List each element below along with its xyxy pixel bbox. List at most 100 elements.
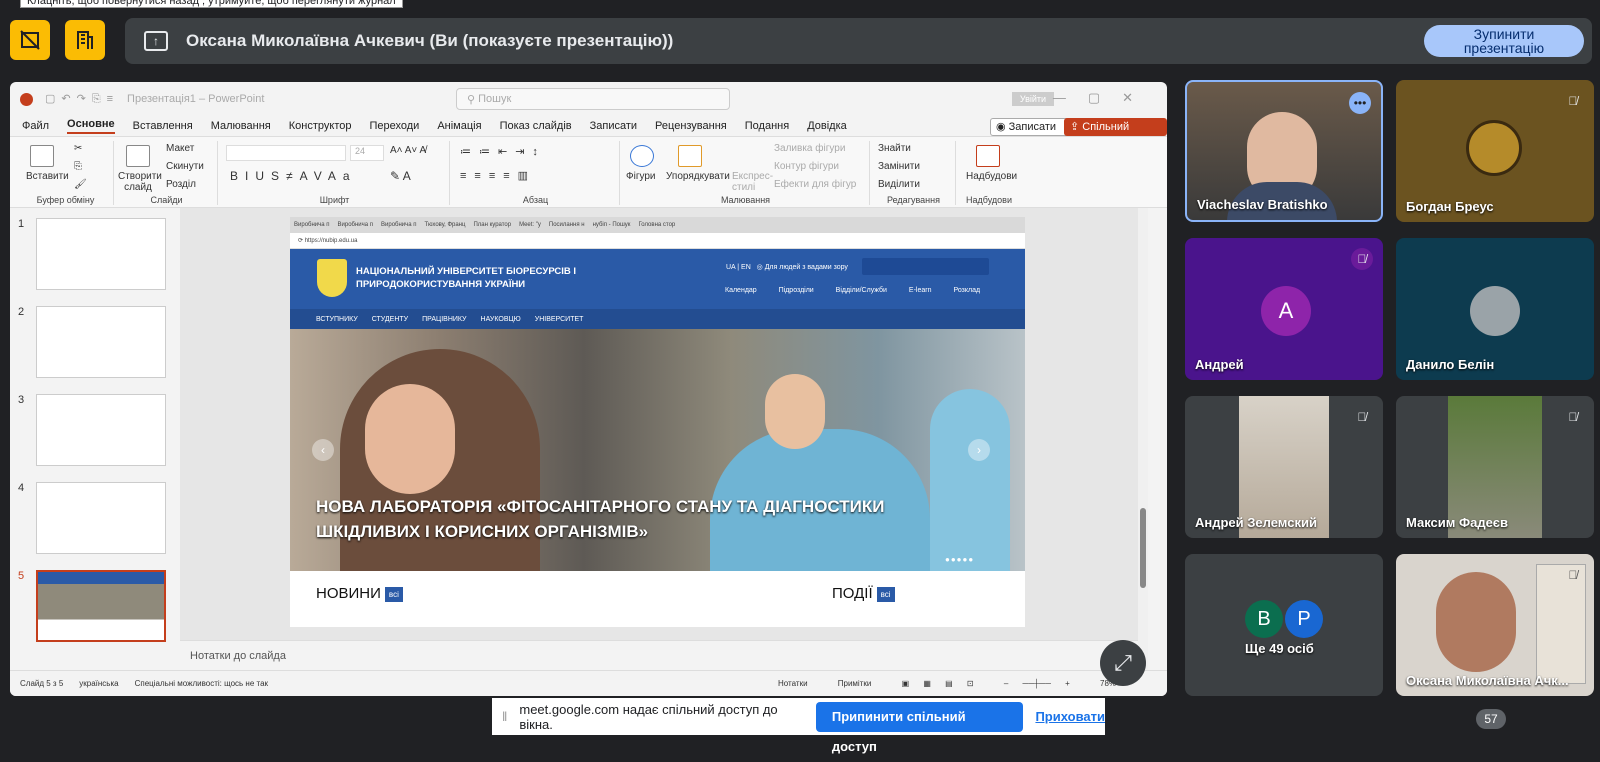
paste-button[interactable]: Вставити xyxy=(26,171,69,182)
university-name-line: НАЦІОНАЛЬНИЙ УНІВЕРСИТЕТ БІОРЕСУРСІВ І xyxy=(356,266,577,277)
site-search-field xyxy=(862,258,989,275)
participant-tile[interactable]: Данило Белін xyxy=(1396,238,1594,380)
slide-thumbnail-5[interactable] xyxy=(36,570,166,642)
menu-help[interactable]: Довідка xyxy=(807,120,847,132)
menu-insert[interactable]: Вставлення xyxy=(133,120,193,132)
menu-animations[interactable]: Анімація xyxy=(437,120,481,132)
cut-icon[interactable]: ✂ xyxy=(74,143,82,154)
shape-outline-button[interactable]: Контур фігури xyxy=(774,161,839,172)
addins-group: Надбудови Надбудови xyxy=(958,141,1020,205)
list-icons[interactable]: ≔≔⇤⇥↕ xyxy=(460,145,546,158)
share-button[interactable]: ⇪ Спільний доступ ⌄ xyxy=(1064,118,1167,151)
format-painter-icon[interactable]: 🖌 xyxy=(74,179,87,190)
news-row: НОВИНИ всі ПОДІЇ всі xyxy=(290,571,1025,611)
menu-file[interactable]: Файл xyxy=(22,120,49,132)
search-icon: ⚲ xyxy=(467,93,479,106)
notes-pane[interactable]: Нотатки до слайда xyxy=(180,640,1138,670)
participant-tile[interactable]: 🎙̸ Богдан Бреус xyxy=(1396,80,1594,222)
slide-thumbnail-3[interactable] xyxy=(36,394,166,466)
view-controls: Нотатки Примітки ▣ ▦ ▤ ⊡ – ──┼── + 78% xyxy=(778,679,1132,688)
participant-tile[interactable]: 🎙̸ Максим Фадеєв xyxy=(1396,396,1594,538)
stop-sharing-button[interactable]: Припинити спільний доступ xyxy=(815,701,1024,754)
menu-transitions[interactable]: Переходи xyxy=(369,120,419,132)
language-status[interactable]: українська xyxy=(79,679,118,688)
reset-button[interactable]: Скинути xyxy=(166,161,204,172)
menu-slideshow[interactable]: Показ слайдів xyxy=(500,120,572,132)
slide-thumbnail-1[interactable] xyxy=(36,218,166,290)
shape-fill-button[interactable]: Заливка фігури xyxy=(774,143,845,154)
quick-access-icons[interactable]: ▢↶↷⎘≡ xyxy=(45,92,119,106)
menu-design[interactable]: Конструктор xyxy=(289,120,352,132)
addins-button[interactable]: Надбудови xyxy=(966,171,1017,182)
shapes-button[interactable]: Фігури xyxy=(626,171,656,182)
menu-review[interactable]: Рецензування xyxy=(655,120,727,132)
scrollbar-thumb[interactable] xyxy=(1140,508,1146,588)
menu-home[interactable]: Основне xyxy=(67,118,115,134)
hero-headline-line: НОВА ЛАБОРАТОРІЯ «ФІТОСАНІТАРНОГО СТАНУ … xyxy=(316,497,885,516)
view-icons[interactable]: ▣ ▦ ▤ ⊡ xyxy=(902,679,974,688)
layout-button[interactable]: Макет xyxy=(166,143,194,154)
copy-icon[interactable]: ⎘ xyxy=(74,161,82,172)
drawing-label: Малювання xyxy=(720,195,771,205)
hero-image: ‹ › НОВА ЛАБОРАТОРІЯ «ФІТОСАНІТАРНОГО СТ… xyxy=(290,329,1025,571)
menu-view[interactable]: Подання xyxy=(745,120,789,132)
select-button[interactable]: Виділити xyxy=(878,179,920,190)
comments-toggle[interactable]: Примітки xyxy=(838,679,872,688)
font-size-field[interactable]: 24 xyxy=(350,145,384,161)
meet-top-bar: ↑ Оксана Миколаївна Ачкевич (Ви (показує… xyxy=(0,0,1600,80)
shapes-icon xyxy=(630,145,654,167)
signin-button[interactable]: Увійти xyxy=(1012,92,1054,106)
browser-tab: План куратор xyxy=(473,222,512,228)
addins-label: Надбудови xyxy=(966,195,1012,205)
arrange-button[interactable]: Упорядкувати xyxy=(666,171,730,182)
hero-person xyxy=(930,389,1010,571)
back-tooltip: Клацніть, щоб повернутися назад ; утриму… xyxy=(20,0,403,8)
participant-tile-others[interactable]: B P Ще 49 осіб xyxy=(1185,554,1383,696)
ppt-menu-bar: Файл Основне Вставлення Малювання Констр… xyxy=(10,116,1167,151)
menu-record[interactable]: Записати xyxy=(590,120,637,132)
more-options-icon[interactable]: ••• xyxy=(1349,92,1371,114)
zoom-slider[interactable]: – ──┼── + xyxy=(1004,679,1070,688)
shape-effects-button[interactable]: Ефекти для фігур xyxy=(774,179,856,190)
no-video-icon[interactable] xyxy=(10,20,50,60)
slide-thumbnail-2[interactable] xyxy=(36,306,166,378)
hide-link[interactable]: Приховати xyxy=(1035,709,1105,724)
powerpoint-logo-icon xyxy=(20,92,33,106)
slide-thumbnail-4[interactable] xyxy=(36,482,166,554)
find-button[interactable]: Знайти xyxy=(878,143,911,154)
stop-presenting-button[interactable]: Зупинити презентацію xyxy=(1424,25,1584,57)
carousel-next-icon: › xyxy=(968,439,990,461)
participant-tile[interactable]: 🎙̸ Оксана Миколаївна Ачк... xyxy=(1396,554,1594,696)
address-bar: ⟳ https://nubip.edu.ua xyxy=(290,233,1025,249)
font-name-field[interactable] xyxy=(226,145,346,161)
building-icon[interactable] xyxy=(65,20,105,60)
participant-tile[interactable]: ••• Viacheslav Bratishko xyxy=(1185,80,1383,222)
expand-icon[interactable]: ⤢ xyxy=(1100,640,1146,686)
ppt-status-bar: Слайд 5 з 5 українська Спеціальні можлив… xyxy=(10,670,1167,696)
new-slide-icon xyxy=(126,145,150,167)
section-button[interactable]: Розділ xyxy=(166,179,196,190)
new-slide-button[interactable]: Створити слайд xyxy=(118,171,162,193)
ppt-search-input[interactable]: ⚲ Пошук xyxy=(456,88,730,110)
slide-number: 5 xyxy=(18,570,25,582)
font-format-icons[interactable]: BIUS≠AVAa xyxy=(230,169,357,183)
font-grow-icon[interactable]: A˄ A˅ A̸ xyxy=(390,145,426,156)
editing-group: Знайти Замінити Виділити Редагування xyxy=(872,141,956,205)
accessibility-status[interactable]: Спеціальні можливості: щось не так xyxy=(135,679,268,688)
participant-tile[interactable]: А 🎙̸ Андрей xyxy=(1185,238,1383,380)
font-group: 24 A˄ A˅ A̸ BIUS≠AVAa ✎ A Шрифт xyxy=(220,141,450,205)
current-slide[interactable]: Виробнича п Виробнича п Виробнича п Тюхо… xyxy=(290,217,1025,627)
quick-styles-button[interactable]: Експрес-стилі xyxy=(732,171,773,193)
participant-tile[interactable]: 🎙̸ Андрей Зелемский xyxy=(1185,396,1383,538)
share-notice-bar: ‖ meet.google.com надає спільний доступ … xyxy=(492,698,1105,754)
window-controls[interactable]: —▢✕ xyxy=(1053,90,1155,106)
notes-toggle[interactable]: Нотатки xyxy=(778,679,808,688)
drag-handle-icon[interactable]: ‖ xyxy=(502,709,507,724)
menu-draw[interactable]: Малювання xyxy=(211,120,271,132)
align-icons[interactable]: ≡≡≡≡▥ xyxy=(460,169,536,182)
replace-button[interactable]: Замінити xyxy=(878,161,920,172)
font-color-icon[interactable]: ✎ A xyxy=(390,169,411,183)
share-notice-text: meet.google.com надає спільний доступ до… xyxy=(519,701,778,732)
participant-avatar-image xyxy=(1470,286,1520,336)
slide-scrollbar[interactable] xyxy=(1138,208,1148,670)
